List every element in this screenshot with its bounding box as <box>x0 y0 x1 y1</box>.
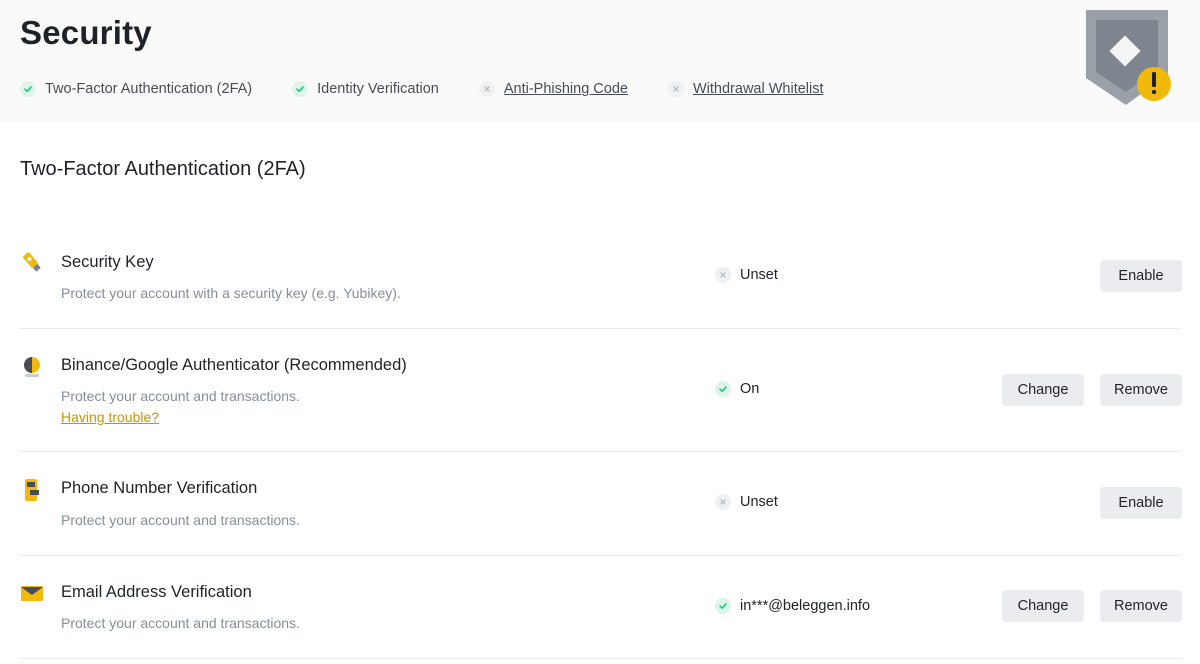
authenticator-row: Binance/Google Authenticator (Recommende… <box>20 329 1182 452</box>
status-identity-label: Identity Verification <box>317 81 439 97</box>
row-description: Protect your account and transactions. <box>61 615 300 631</box>
cross-icon <box>478 81 495 97</box>
row-status-label: On <box>740 381 760 397</box>
usb-key-icon <box>20 250 44 274</box>
authenticator-icon <box>20 355 44 379</box>
row-status: Unset <box>715 494 778 510</box>
row-title: Email Address Verification <box>61 583 252 601</box>
security-shield-icon <box>1084 8 1174 108</box>
cross-icon <box>715 494 731 510</box>
check-icon <box>715 381 731 397</box>
phone-verification-row: Phone Number Verification Protect your a… <box>20 452 1182 556</box>
row-status-label: Unset <box>740 267 778 283</box>
remove-authenticator-button[interactable]: Remove <box>1100 374 1182 406</box>
envelope-icon <box>20 582 44 606</box>
row-description: Protect your account with a security key… <box>61 285 401 301</box>
phone-icon <box>20 478 44 502</box>
change-authenticator-button[interactable]: Change <box>1002 374 1084 406</box>
status-anti-phishing-code[interactable]: Anti-Phishing Code <box>478 81 628 97</box>
security-key-row: Security Key Protect your account with a… <box>20 228 1182 329</box>
row-status-label: Unset <box>740 494 778 510</box>
check-icon <box>292 81 309 97</box>
withdrawal-whitelist-link[interactable]: Withdrawal Whitelist <box>693 81 824 97</box>
status-withdrawal-whitelist[interactable]: Withdrawal Whitelist <box>667 81 824 97</box>
row-title: Binance/Google Authenticator (Recommende… <box>61 356 407 374</box>
row-status: in***@beleggen.info <box>715 598 870 614</box>
row-title: Phone Number Verification <box>61 479 258 497</box>
anti-phishing-code-link[interactable]: Anti-Phishing Code <box>504 81 628 97</box>
change-email-button[interactable]: Change <box>1002 590 1084 622</box>
security-status-strip: Two-Factor Authentication (2FA) Identity… <box>20 79 864 99</box>
row-status: Unset <box>715 267 778 283</box>
email-verification-row: Email Address Verification Protect your … <box>20 556 1182 659</box>
row-status: On <box>715 381 759 397</box>
check-icon <box>715 598 731 614</box>
cross-icon <box>715 267 731 283</box>
cross-icon <box>667 81 684 97</box>
enable-phone-button[interactable]: Enable <box>1100 487 1182 519</box>
row-description: Protect your account and transactions. <box>61 512 300 528</box>
section-title-2fa: Two-Factor Authentication (2FA) <box>20 158 306 180</box>
page-title: Security <box>20 14 152 51</box>
security-header: Security Two-Factor Authentication (2FA)… <box>0 0 1200 122</box>
row-description: Protect your account and transactions. <box>61 388 300 404</box>
enable-security-key-button[interactable]: Enable <box>1100 260 1182 292</box>
row-title: Security Key <box>61 253 154 271</box>
check-icon <box>20 81 36 97</box>
remove-email-button[interactable]: Remove <box>1100 590 1182 622</box>
status-2fa-label: Two-Factor Authentication (2FA) <box>45 81 253 97</box>
status-identity-verification: Identity Verification <box>292 81 439 97</box>
status-2fa: Two-Factor Authentication (2FA) <box>20 81 252 97</box>
having-trouble-link[interactable]: Having trouble? <box>61 409 159 425</box>
row-status-label: in***@beleggen.info <box>740 598 871 614</box>
